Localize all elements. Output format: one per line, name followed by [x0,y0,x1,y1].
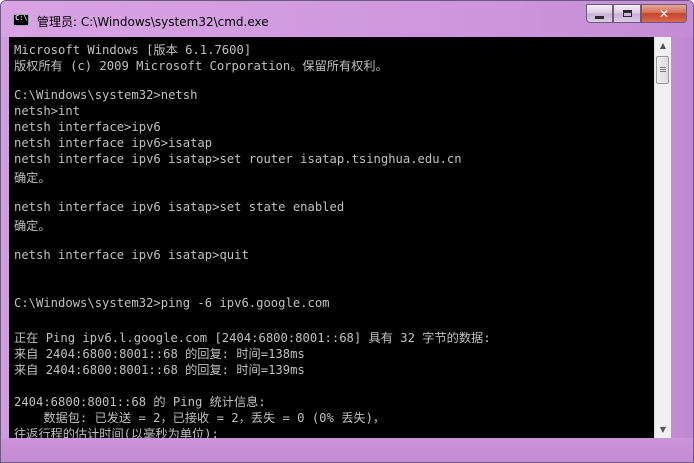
close-icon: ✕ [658,6,670,21]
console-line: netsh interface ipv6 isatap>set state en… [14,200,345,214]
console-line: C:\Windows\system32>netsh [14,88,198,102]
console-line: 版权所有 (c) 2009 Microsoft Corporation。保留所有… [14,59,388,73]
console-line: 往返行程的估计时间(以毫秒为单位): [14,427,219,438]
console-line: 确定。 [14,171,51,185]
title-bar[interactable]: C:\ 管理员: C:\Windows\system32\cmd.exe ✕ [1,1,693,37]
console-line: 2404:6800:8001::68 的 Ping 统计信息: [14,395,266,409]
minimize-button[interactable] [586,4,613,23]
console-line: Microsoft Windows [版本 6.1.7600] [14,43,252,57]
caption-buttons: ✕ [586,4,687,24]
scroll-up-button[interactable]: ▲ [655,37,671,54]
thumb-grip-line [660,69,666,70]
maximize-button[interactable] [613,4,641,23]
window-frame-left [1,37,9,438]
vertical-scrollbar[interactable]: ▲ ▼ [654,37,671,438]
console-line: netsh interface ipv6 isatap>quit [14,248,249,262]
thumb-grip-line [660,71,666,72]
console-line: 正在 Ping ipv6.l.google.com [2404:6800:800… [14,331,491,345]
scroll-down-arrow-icon: ▼ [659,425,667,434]
scroll-down-button[interactable]: ▼ [655,421,671,438]
console-line: 来自 2404:6800:8001::68 的回复: 时间=138ms [14,347,305,361]
window-frame-bottom [1,438,693,462]
console-line: 确定。 [14,219,51,233]
cmd-app-icon[interactable]: C:\ [13,14,29,26]
console-line: 来自 2404:6800:8001::68 的回复: 时间=139ms [14,363,305,377]
console-line: netsh interface ipv6 isatap>set router i… [14,152,462,166]
console-line: netsh interface>ipv6 [14,120,161,134]
thumb-grip-line [660,67,666,68]
console-line: C:\Windows\system32>ping -6 ipv6.google.… [14,296,330,310]
minimize-icon [595,15,604,19]
window-frame-right [671,37,693,438]
console-output[interactable]: Microsoft Windows [版本 6.1.7600] 版权所有 (c) … [9,37,654,438]
scroll-up-arrow-icon: ▲ [659,41,667,50]
console-line: netsh interface ipv6>isatap [14,136,213,150]
console-line: 数据包: 已发送 = 2，已接收 = 2，丢失 = 0 (0% 丢失)， [14,411,386,425]
cmd-app-icon-label: C:\ [15,14,28,22]
window-title: 管理员: C:\Windows\system32\cmd.exe [37,15,269,29]
console-line: netsh>int [14,104,81,118]
close-button[interactable]: ✕ [641,4,687,23]
cmd-window: C:\ 管理员: C:\Windows\system32\cmd.exe ✕ M… [0,0,694,463]
scrollbar-thumb[interactable] [656,56,669,84]
maximize-icon [622,10,632,17]
